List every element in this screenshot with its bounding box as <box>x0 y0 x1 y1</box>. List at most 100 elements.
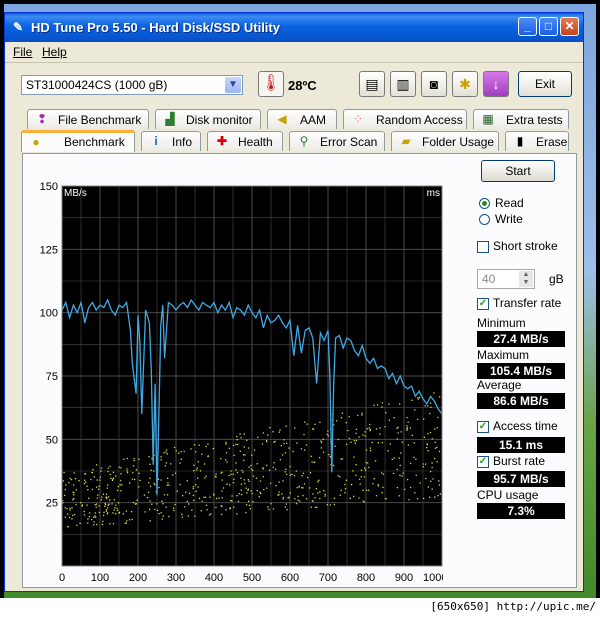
access-time-point <box>429 431 432 434</box>
spinner-arrows-icon[interactable]: ▲ ▼ <box>519 271 533 287</box>
menu-file[interactable]: File <box>13 45 32 59</box>
close-button[interactable]: ✕ <box>560 17 579 36</box>
access-time-point <box>316 506 318 508</box>
y-left-tick-label: 25 <box>46 498 58 510</box>
access-time-point <box>427 486 430 488</box>
options-button[interactable]: ✱ <box>452 71 478 97</box>
access-time-point <box>319 421 321 424</box>
access-time-point <box>377 442 380 444</box>
access-time-point <box>422 466 425 468</box>
short-stroke-checkbox[interactable] <box>477 241 489 253</box>
x-tick-label: 400 <box>205 572 223 584</box>
access-time-point <box>279 429 281 431</box>
read-radio[interactable] <box>479 198 490 209</box>
access-time-point <box>225 509 227 511</box>
access-time-point <box>364 435 366 437</box>
access-time-point <box>404 488 406 491</box>
access-time-point <box>69 509 71 511</box>
access-time-point <box>323 489 325 492</box>
maximize-button[interactable]: □ <box>539 17 558 36</box>
x-tick-label: 900 <box>395 572 413 584</box>
tab-error-scan[interactable]: ⚲ Error Scan <box>289 131 385 151</box>
access-time-point <box>183 450 185 453</box>
tab-random-access[interactable]: ⁘ Random Access <box>343 109 467 129</box>
tab-erase[interactable]: ▮ Erase <box>505 131 569 151</box>
title-bar[interactable]: ✎ HD Tune Pro 5.50 - Hard Disk/SSD Utili… <box>5 13 583 42</box>
access-time-point <box>233 478 235 480</box>
options-wrench-icon: ✱ <box>459 76 471 92</box>
speaker-icon: ◀ <box>277 112 287 126</box>
access-time-point <box>353 495 355 498</box>
access-time-point <box>317 492 319 494</box>
write-radio[interactable] <box>479 214 490 225</box>
drive-select[interactable]: ST31000424CS (1000 gB) ▼ <box>21 75 243 95</box>
stroke-value: 40 <box>482 272 496 286</box>
access-time-point <box>266 464 268 467</box>
access-time-point <box>431 466 433 469</box>
access-time-value: 15.1 ms <box>477 437 565 453</box>
access-time-point <box>179 462 181 464</box>
access-time-point <box>429 402 432 404</box>
access-time-point <box>180 450 182 453</box>
transfer-rate-checkbox[interactable]: ✓ <box>477 298 489 310</box>
transfer-rate-label: Transfer rate <box>493 296 562 310</box>
tab-health[interactable]: ✚ Health <box>207 131 283 151</box>
burst-rate-checkbox[interactable]: ✓ <box>477 456 489 468</box>
access-time-point <box>361 414 363 416</box>
access-time-point <box>125 510 128 512</box>
access-time-point <box>433 457 436 460</box>
access-time-point <box>411 399 413 401</box>
access-time-point <box>425 477 427 480</box>
access-time-point <box>363 501 365 503</box>
start-button[interactable]: Start <box>481 160 555 182</box>
access-time-point <box>373 478 375 480</box>
access-time-point <box>215 497 218 500</box>
tab-aam[interactable]: ◀ AAM <box>267 109 337 129</box>
access-time-point <box>181 516 183 518</box>
tab-file-benchmark[interactable]: ❢ File Benchmark <box>27 109 149 129</box>
access-time-point <box>105 493 108 495</box>
access-time-point <box>381 402 384 404</box>
access-time-point <box>168 484 170 486</box>
access-time-point <box>299 500 301 502</box>
minimize-button[interactable]: _ <box>518 17 537 36</box>
access-time-point <box>365 449 368 451</box>
access-time-point <box>353 440 356 442</box>
access-time-point <box>431 462 433 464</box>
menu-help[interactable]: Help <box>42 45 67 59</box>
access-time-point <box>328 453 330 456</box>
access-time-point <box>287 497 289 499</box>
copy-info-button[interactable]: ▤ <box>359 71 385 97</box>
screenshot-button[interactable]: ◙ <box>421 71 447 97</box>
access-time-point <box>131 478 134 480</box>
access-time-point <box>280 445 282 447</box>
access-time-point <box>372 483 374 485</box>
access-time-point <box>366 462 369 464</box>
access-time-point <box>374 460 377 462</box>
access-time-checkbox[interactable]: ✓ <box>477 421 489 433</box>
tab-extra-tests[interactable]: ▦ Extra tests <box>473 109 569 129</box>
access-time-point <box>138 472 140 474</box>
stroke-input[interactable]: 40 ▲ ▼ <box>477 269 535 289</box>
exit-button[interactable]: Exit <box>518 71 572 97</box>
chevron-down-icon[interactable]: ▼ <box>225 77 241 93</box>
access-time-point <box>116 509 119 512</box>
access-time-point <box>311 461 313 463</box>
access-time-point <box>94 515 96 517</box>
tab-info[interactable]: i Info <box>141 131 201 151</box>
access-time-point <box>282 480 284 482</box>
access-time-point <box>87 518 89 520</box>
tab-disk-monitor[interactable]: ▟ Disk monitor <box>155 109 261 129</box>
access-time-point <box>149 520 151 522</box>
tab-folder-usage[interactable]: ▰ Folder Usage <box>391 131 499 151</box>
tab-benchmark[interactable]: ● Benchmark <box>21 130 135 152</box>
access-time-point <box>193 444 196 446</box>
tab-error-scan-label: Error Scan <box>320 135 378 149</box>
access-time-point <box>235 469 237 471</box>
copy-text-button[interactable]: ▥ <box>390 71 416 97</box>
access-time-point <box>225 441 227 444</box>
access-time-point <box>296 442 298 444</box>
access-time-point <box>83 514 86 516</box>
save-button[interactable]: ↓ <box>483 71 509 97</box>
access-time-point <box>418 396 421 399</box>
